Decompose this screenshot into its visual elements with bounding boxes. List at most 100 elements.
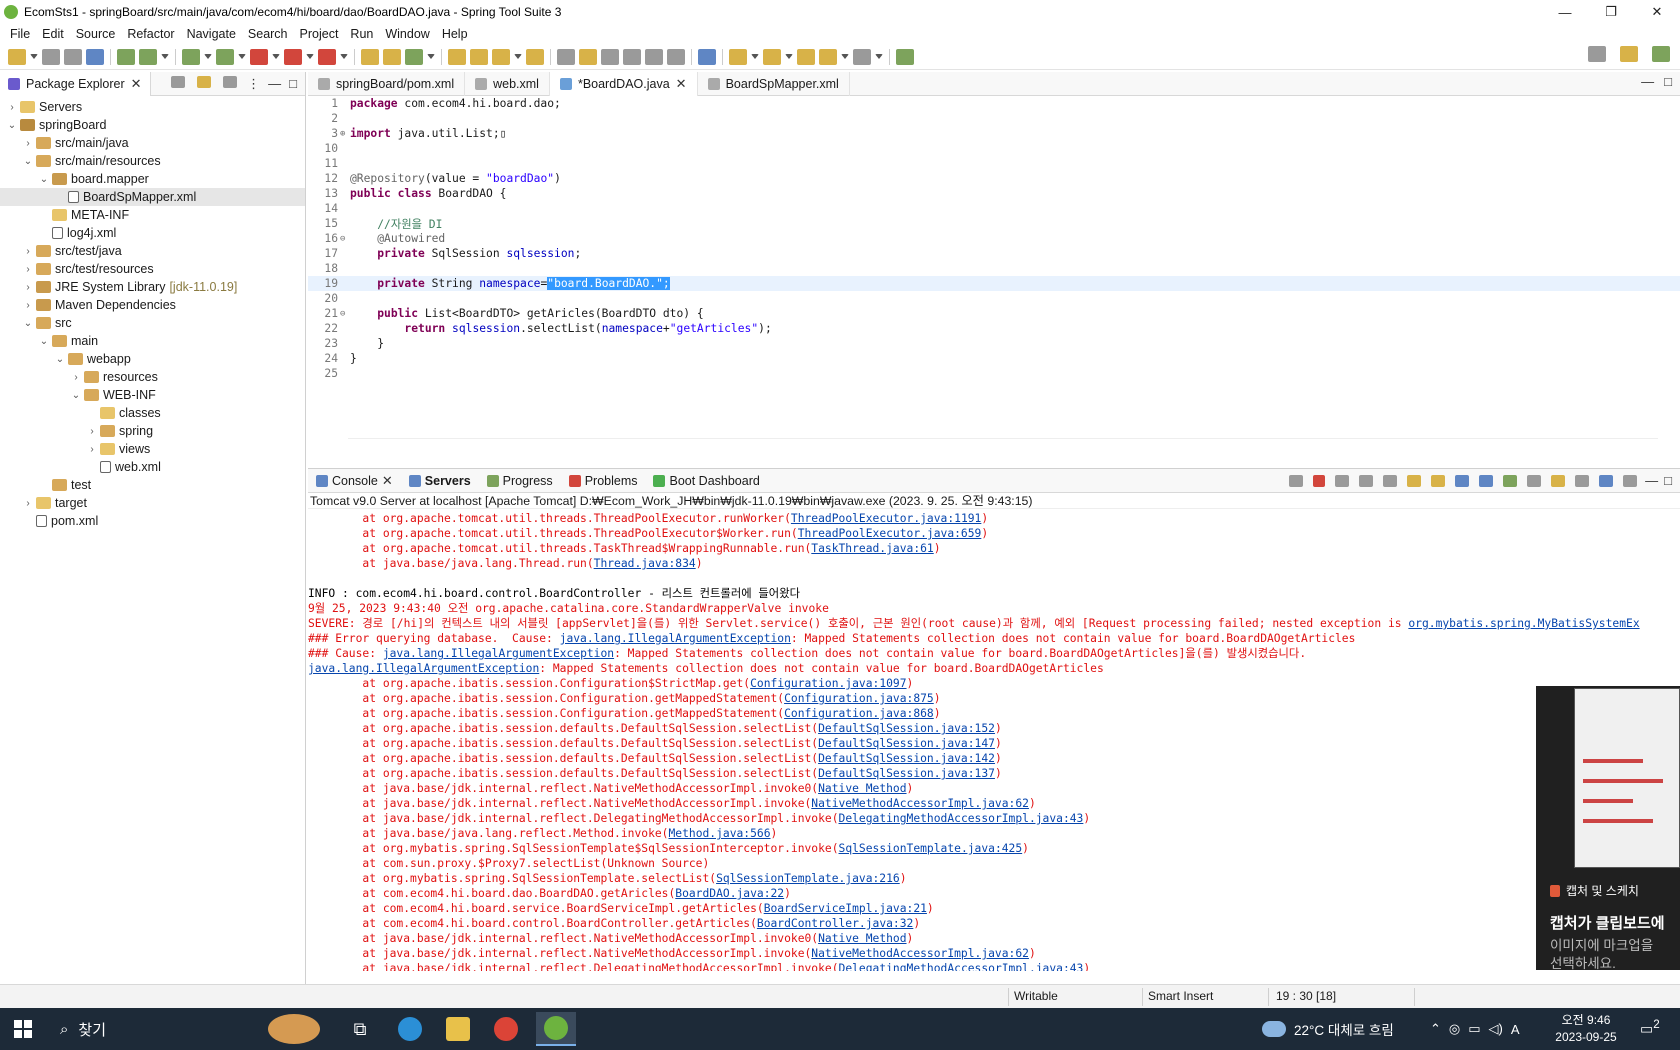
prev-annotation-icon[interactable] <box>763 48 781 65</box>
horizontal-scrollbar[interactable] <box>348 438 1658 450</box>
dropdown-icon[interactable] <box>340 53 348 60</box>
tree-item[interactable]: ⌄ board.mapper <box>0 170 305 188</box>
tree-item[interactable]: › Servers <box>0 98 305 116</box>
tray-chevron-icon[interactable]: ⌃ <box>1430 1021 1441 1037</box>
console-line[interactable]: SEVERE: 경로 [/hi]의 컨텍스트 내의 서블릿 [appServle… <box>308 616 1680 631</box>
tree-item[interactable]: BoardSpMapper.xml <box>0 188 305 206</box>
snip-notification[interactable]: 캡처 및 스케치 캡처가 클립보드에 이미지에 마크업을 선택하세요. <box>1536 686 1680 971</box>
code-line[interactable]: 11 <box>308 156 1680 171</box>
console-line[interactable]: at java.base/java.lang.reflect.Method.in… <box>308 826 1680 841</box>
console-line[interactable]: at org.apache.tomcat.util.threads.TaskTh… <box>308 541 1680 556</box>
sts-app[interactable] <box>536 1012 576 1046</box>
code-line[interactable]: 25 <box>308 366 1680 381</box>
maximize-button[interactable]: ❐ <box>1588 0 1634 24</box>
maximize-view-icon[interactable]: □ <box>289 76 297 92</box>
refresh-icon[interactable] <box>139 48 157 65</box>
stop-icon[interactable] <box>284 48 302 65</box>
dropdown-icon[interactable] <box>841 53 849 60</box>
console-line[interactable]: ### Cause: java.lang.IllegalArgumentExce… <box>308 646 1680 661</box>
console-line[interactable]: at com.sun.proxy.$Proxy7.selectList(Unkn… <box>308 856 1680 871</box>
collapsed-arrow-icon[interactable]: › <box>22 264 34 275</box>
collapsed-arrow-icon[interactable]: › <box>22 138 34 149</box>
ime-indicator[interactable]: A <box>1511 1022 1520 1037</box>
external-tools-icon[interactable] <box>318 48 336 65</box>
dropdown-icon[interactable] <box>238 53 246 60</box>
menu-window[interactable]: Window <box>379 27 435 41</box>
collapse-all-icon[interactable] <box>171 75 186 88</box>
code-line[interactable]: 14 <box>308 201 1680 216</box>
console-line[interactable]: at org.apache.ibatis.session.Configurati… <box>308 706 1680 721</box>
file-explorer-app[interactable] <box>438 1012 478 1046</box>
block-select-icon[interactable] <box>623 48 641 65</box>
open-perspective-icon[interactable] <box>1620 46 1638 62</box>
console-line[interactable]: ### Error querying database. Cause: java… <box>308 631 1680 646</box>
collapsed-arrow-icon[interactable]: › <box>70 372 82 383</box>
start-button[interactable] <box>14 1020 32 1038</box>
search-icon[interactable] <box>492 48 510 65</box>
link-with-editor-icon[interactable] <box>197 75 212 88</box>
tab-package-explorer[interactable]: Package Explorer ✕ <box>0 71 151 96</box>
console-line[interactable]: INFO : com.ecom4.hi.board.control.BoardC… <box>308 586 1680 601</box>
tree-item[interactable]: › JRE System Library [jdk-11.0.19] <box>0 278 305 296</box>
fold-toggle-icon[interactable]: ⊖ <box>340 234 350 244</box>
tab-boot-dashboard[interactable]: Boot Dashboard <box>645 469 767 493</box>
code-line[interactable]: 12 @Repository(value = "boardDao") <box>308 171 1680 186</box>
menu-source[interactable]: Source <box>70 27 122 41</box>
show-whitespace-icon[interactable] <box>645 48 663 65</box>
debug-icon[interactable] <box>182 48 200 65</box>
console-line[interactable]: at org.mybatis.spring.SqlSessionTemplate… <box>308 871 1680 886</box>
expanded-arrow-icon[interactable]: ⌄ <box>22 156 34 167</box>
tab-servers[interactable]: Servers <box>401 469 479 493</box>
tree-item[interactable]: ⌄ WEB-INF <box>0 386 305 404</box>
editor-tab[interactable]: BoardSpMapper.xml <box>698 71 850 96</box>
code-line[interactable]: 22 return sqlsession.selectList(namespac… <box>308 321 1680 336</box>
console-line[interactable]: at java.base/jdk.internal.reflect.Native… <box>308 796 1680 811</box>
next-annotation-icon[interactable] <box>729 48 747 65</box>
scroll-lock-icon[interactable] <box>1407 474 1422 487</box>
mark-occurrences-icon[interactable] <box>579 48 597 65</box>
code-line[interactable]: 21 ⊖ public List<BoardDTO> getAricles(Boa… <box>308 306 1680 321</box>
edge-app[interactable] <box>390 1012 430 1046</box>
quick-access-search-icon[interactable] <box>1588 46 1606 62</box>
console-line[interactable]: at org.apache.tomcat.util.threads.Thread… <box>308 526 1680 541</box>
tree-item[interactable]: › src/test/resources <box>0 260 305 278</box>
remove-all-icon[interactable] <box>1359 474 1374 487</box>
menu-project[interactable]: Project <box>294 27 345 41</box>
console-line[interactable]: at com.ecom4.hi.board.dao.BoardDAO.getAr… <box>308 886 1680 901</box>
console-line[interactable]: at org.apache.ibatis.session.Configurati… <box>308 691 1680 706</box>
console-line[interactable]: at org.apache.ibatis.session.defaults.De… <box>308 766 1680 781</box>
code-line[interactable]: 2 <box>308 111 1680 126</box>
console-line[interactable]: 9월 25, 2023 9:43:40 오전 org.apache.catali… <box>308 601 1680 616</box>
display-console-icon[interactable] <box>1527 474 1542 487</box>
clear-console-icon[interactable] <box>1383 474 1398 487</box>
code-area[interactable]: 1 package com.ecom4.hi.board.dao; 2 3 ⊕ impor… <box>308 96 1680 426</box>
save-all-icon[interactable] <box>64 48 82 65</box>
tree-item[interactable]: › views <box>0 440 305 458</box>
notification-center-button[interactable]: ▭2 <box>1640 1018 1660 1038</box>
menu-help[interactable]: Help <box>436 27 474 41</box>
menu-refactor[interactable]: Refactor <box>121 27 180 41</box>
code-line[interactable]: 16 ⊖ @Autowired <box>308 231 1680 246</box>
tab-console[interactable]: Console ✕ <box>308 469 401 493</box>
dropdown-icon[interactable] <box>306 53 314 60</box>
code-line[interactable]: 20 <box>308 291 1680 306</box>
expanded-arrow-icon[interactable]: ⌄ <box>22 318 34 329</box>
forward-icon[interactable] <box>853 48 871 65</box>
code-line[interactable]: 1 package com.ecom4.hi.board.dao; <box>308 96 1680 111</box>
code-line[interactable]: 17 private SqlSession sqlsession; <box>308 246 1680 261</box>
tree-item[interactable]: › Maven Dependencies <box>0 296 305 314</box>
console-line[interactable]: at org.mybatis.spring.SqlSessionTemplate… <box>308 841 1680 856</box>
last-edit-icon[interactable] <box>797 48 815 65</box>
new-class-icon[interactable] <box>383 48 401 65</box>
dropdown-icon[interactable] <box>514 53 522 60</box>
tree-item[interactable]: log4j.xml <box>0 224 305 242</box>
menu-file[interactable]: File <box>4 27 36 41</box>
close-button[interactable]: ✕ <box>1634 0 1680 24</box>
taskbar-search[interactable]: ⌕ 찾기 <box>50 1008 340 1050</box>
tree-item[interactable]: ⌄ main <box>0 332 305 350</box>
code-line[interactable]: 19 private String namespace="board.Board… <box>308 276 1680 291</box>
console-line[interactable]: at org.apache.ibatis.session.defaults.De… <box>308 736 1680 751</box>
console-line[interactable]: at java.base/jdk.internal.reflect.Native… <box>308 781 1680 796</box>
console-line[interactable]: at com.ecom4.hi.board.service.BoardServi… <box>308 901 1680 916</box>
console-line[interactable]: at java.base/jdk.internal.reflect.Native… <box>308 946 1680 961</box>
